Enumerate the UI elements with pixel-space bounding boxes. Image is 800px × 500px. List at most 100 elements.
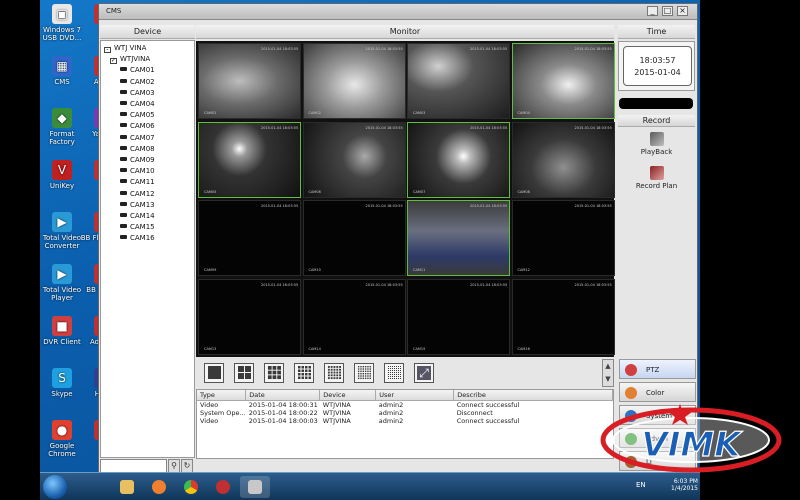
system-clock[interactable]: 6:03 PM 1/4/2015	[638, 476, 698, 498]
layout-4-button[interactable]	[234, 363, 254, 383]
log-cell: WTJVINA	[322, 400, 351, 409]
desktop-icon-label: Total Video Player	[42, 286, 82, 302]
search-button[interactable]: ⚲	[168, 459, 180, 473]
record-plan-button[interactable]: Record Plan	[618, 166, 695, 190]
clock-time: 18:03:57	[639, 56, 676, 65]
osd-timestamp: 2015-01-04 18:03:55	[470, 47, 508, 51]
tray-date: 1/4/2015	[671, 485, 698, 492]
tree-camera-item[interactable]: CAM13	[104, 200, 194, 211]
video-cell-1[interactable]: 2015-01-04 18:03:55 CAM01	[198, 43, 301, 119]
video-cell-9[interactable]: 2015-01-04 18:03:55 CAM09	[198, 200, 301, 276]
log-column-header[interactable]: Type	[197, 390, 247, 401]
fullscreen-button[interactable]: ⤢	[414, 363, 434, 383]
watermark-logo: VIMK	[600, 404, 782, 473]
tree-camera-item[interactable]: CAM12	[104, 189, 194, 200]
video-cell-13[interactable]: 2015-01-04 18:03:55 CAM13	[198, 278, 301, 355]
tree-camera-item[interactable]: CAM15	[104, 222, 194, 233]
camera-list: CAM01 CAM02 CAM03 CAM04 CAM05 CAM06 CAM07 CAM08…	[104, 65, 194, 244]
layout-25-button[interactable]	[324, 363, 344, 383]
menu-ptz-button[interactable]: PTZ	[619, 359, 696, 379]
video-cell-2[interactable]: 2015-01-04 18:03:55 CAM02	[302, 43, 406, 119]
osd-timestamp: 2015-01-04 18:03:55	[365, 282, 403, 287]
video-cell-15[interactable]: 2015-01-04 18:03:55 CAM15	[407, 278, 510, 355]
camera-icon	[120, 168, 127, 173]
refresh-button[interactable]: ↻	[181, 459, 193, 473]
layout-49-button[interactable]	[384, 363, 404, 383]
log-row[interactable]: Video 2015-01-04 18:00:31 WTJVINA admin2 Con…	[197, 400, 613, 409]
tree-camera-item[interactable]: CAM08	[104, 144, 194, 155]
video-cell-10[interactable]: 2015-01-04 18:03:55 CAM10	[302, 200, 406, 276]
layout-16-button[interactable]	[294, 363, 314, 383]
app-icon: ▣	[52, 4, 72, 24]
video-cell-3[interactable]: 2015-01-04 18:03:55 CAM03	[407, 43, 510, 119]
log-row[interactable]: Video 2015-01-04 18:00:03 WTJVINA admin2 Con…	[197, 417, 613, 425]
scroll-down-icon: ▼	[605, 375, 611, 383]
video-cell-4[interactable]: 2015-01-04 18:03:55 CAM04	[511, 43, 615, 119]
taskbar-explorer[interactable]	[112, 476, 142, 498]
taskbar-chrome[interactable]	[176, 476, 206, 498]
log-column-header[interactable]: Describe	[453, 390, 613, 401]
video-cell-12[interactable]: 2015-01-04 18:03:55 CAM12	[511, 200, 615, 276]
camera-label: CAM02	[130, 77, 155, 86]
tree-camera-item[interactable]: CAM16	[104, 233, 194, 244]
video-cell-16[interactable]: 2015-01-04 18:03:55 CAM16	[511, 278, 615, 355]
log-cell: 2015-01-04 18:00:03	[248, 416, 318, 425]
osd-camera-label: CAM05	[204, 189, 217, 194]
camera-label: CAM15	[130, 223, 155, 232]
desktop-icon-label: Google Chrome	[48, 442, 76, 458]
tree-camera-item[interactable]: CAM04	[104, 99, 194, 110]
record-plan-icon	[649, 166, 664, 180]
layout-36-button[interactable]	[354, 363, 374, 383]
device-tree[interactable]: - WTJ VINA ✓ WTJVINA CAM01 CAM02 CAM03 CAM04 C…	[100, 40, 195, 458]
fullscreen-icon: ⤢	[417, 366, 431, 380]
layout-scroll[interactable]: ▲ ▼	[602, 359, 614, 387]
tray-time: 6:03 PM	[673, 478, 698, 485]
close-button[interactable]: ×	[677, 6, 688, 16]
camera-icon	[120, 123, 127, 128]
log-row[interactable]: System Ope... 2015-01-04 18:00:22 WTJVINA a…	[197, 409, 613, 417]
taskbar-player[interactable]	[208, 476, 238, 498]
record-plan-label: Record Plan	[635, 182, 678, 190]
title-bar[interactable]: CMS _ □ ×	[99, 4, 697, 20]
tree-root[interactable]: - WTJ VINA	[104, 43, 194, 54]
video-cell-6[interactable]: 2015-01-04 18:03:55 CAM06	[302, 121, 406, 198]
camera-icon	[120, 89, 127, 94]
video-cell-7[interactable]: 2015-01-04 18:03:55 CAM07	[407, 121, 510, 198]
taskbar-media[interactable]	[144, 476, 174, 498]
ptz-icon	[625, 364, 637, 376]
playback-label: PlayBack	[640, 148, 673, 156]
tree-camera-item[interactable]: CAM07	[104, 133, 194, 144]
menu-label: PTZ	[646, 366, 660, 374]
maximize-button[interactable]: □	[662, 6, 673, 16]
tree-camera-item[interactable]: CAM10	[104, 166, 194, 177]
tree-camera-item[interactable]: CAM11	[104, 177, 194, 188]
tree-camera-item[interactable]: CAM05	[104, 110, 194, 121]
window-title: CMS	[106, 7, 122, 15]
minimize-button[interactable]: _	[647, 6, 658, 16]
tree-camera-item[interactable]: CAM03	[104, 88, 194, 99]
video-cell-11[interactable]: 2015-01-04 18:03:55 CAM11	[407, 200, 510, 276]
osd-timestamp: 2015-01-04 18:03:55	[574, 125, 612, 130]
layout-1-button[interactable]	[204, 363, 224, 383]
taskbar-cms[interactable]	[240, 476, 270, 498]
playback-icon	[649, 132, 664, 146]
desktop-icon-label: UniKey	[49, 182, 75, 190]
log-column-header[interactable]: User	[375, 390, 455, 401]
layout-9-button[interactable]	[264, 363, 284, 383]
log-column-header[interactable]: Date	[245, 390, 321, 401]
tree-camera-item[interactable]: CAM06	[104, 121, 194, 132]
osd-camera-label: CAM06	[308, 189, 321, 194]
start-button[interactable]	[43, 475, 67, 499]
log-column-header[interactable]: Device	[319, 390, 377, 401]
tree-camera-item[interactable]: CAM09	[104, 155, 194, 166]
tree-camera-item[interactable]: CAM14	[104, 211, 194, 222]
video-cell-8[interactable]: 2015-01-04 18:03:55 CAM08	[511, 121, 615, 198]
video-cell-14[interactable]: 2015-01-04 18:03:55 CAM14	[302, 278, 406, 355]
tree-camera-item[interactable]: CAM02	[104, 77, 194, 88]
video-cell-5[interactable]: 2015-01-04 18:03:55 CAM05	[198, 121, 301, 198]
tree-group[interactable]: ✓ WTJVINA	[104, 54, 194, 65]
tree-camera-item[interactable]: CAM01	[104, 65, 194, 76]
tree-search-input[interactable]	[100, 459, 167, 473]
layout-toolbar: ⤢	[196, 358, 614, 388]
playback-button[interactable]: PlayBack	[618, 132, 695, 156]
